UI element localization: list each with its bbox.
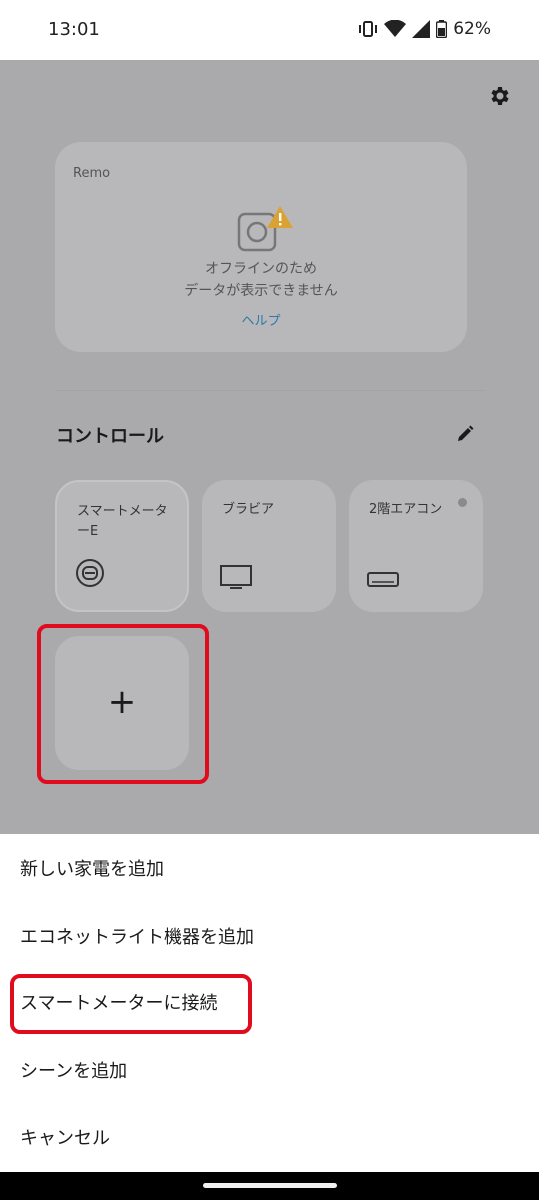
menu-item-add-appliance[interactable]: 新しい家電を追加: [20, 855, 164, 885]
offline-warning-icon: [237, 204, 297, 254]
navigation-bar: [0, 1172, 539, 1200]
tv-icon: [220, 564, 252, 594]
edit-pencil-icon[interactable]: [455, 424, 475, 444]
menu-item-cancel[interactable]: キャンセル: [20, 1124, 110, 1154]
gear-icon[interactable]: [488, 84, 512, 108]
annotation-highlight-smart-meter: [10, 974, 252, 1034]
menu-item-add-echonet-device[interactable]: エコネットライト機器を追加: [20, 923, 254, 953]
signal-icon: [412, 20, 431, 38]
remo-card-title: Remo: [73, 166, 111, 181]
status-icons: 62%: [358, 19, 491, 39]
tile-aircon-2f[interactable]: 2階エアコン: [349, 480, 483, 612]
divider: [55, 390, 485, 391]
help-link[interactable]: ヘルプ: [55, 310, 467, 329]
offline-message: オフラインのため データが表示できません: [55, 258, 467, 302]
controls-section-title: コントロール: [56, 426, 164, 447]
vibrate-icon: [358, 20, 378, 38]
status-dot: [458, 498, 467, 507]
offline-message-line1: オフラインのため: [205, 261, 317, 277]
tile-label: 2階エアコン: [369, 502, 443, 517]
status-bar: 13:01 62%: [0, 0, 539, 60]
tile-smart-meter[interactable]: スマートメーターE: [55, 480, 189, 612]
tile-bravia[interactable]: ブラビア: [202, 480, 336, 612]
battery-level: 62%: [453, 19, 491, 39]
tile-label: ブラビア: [222, 502, 275, 517]
battery-icon: [436, 20, 448, 38]
wifi-icon: [384, 20, 407, 38]
menu-item-add-scene[interactable]: シーンを追加: [20, 1057, 127, 1087]
clock: 13:01: [48, 19, 100, 40]
smart-meter-icon: [75, 558, 105, 592]
remo-device-card[interactable]: Remo オフラインのため データが表示できません ヘルプ: [55, 142, 467, 352]
home-handle[interactable]: [203, 1183, 337, 1188]
annotation-highlight-add: [37, 624, 209, 784]
air-conditioner-icon: [367, 570, 399, 594]
tile-label: スマートメーターE: [77, 504, 168, 539]
offline-message-line2: データが表示できません: [184, 283, 338, 299]
